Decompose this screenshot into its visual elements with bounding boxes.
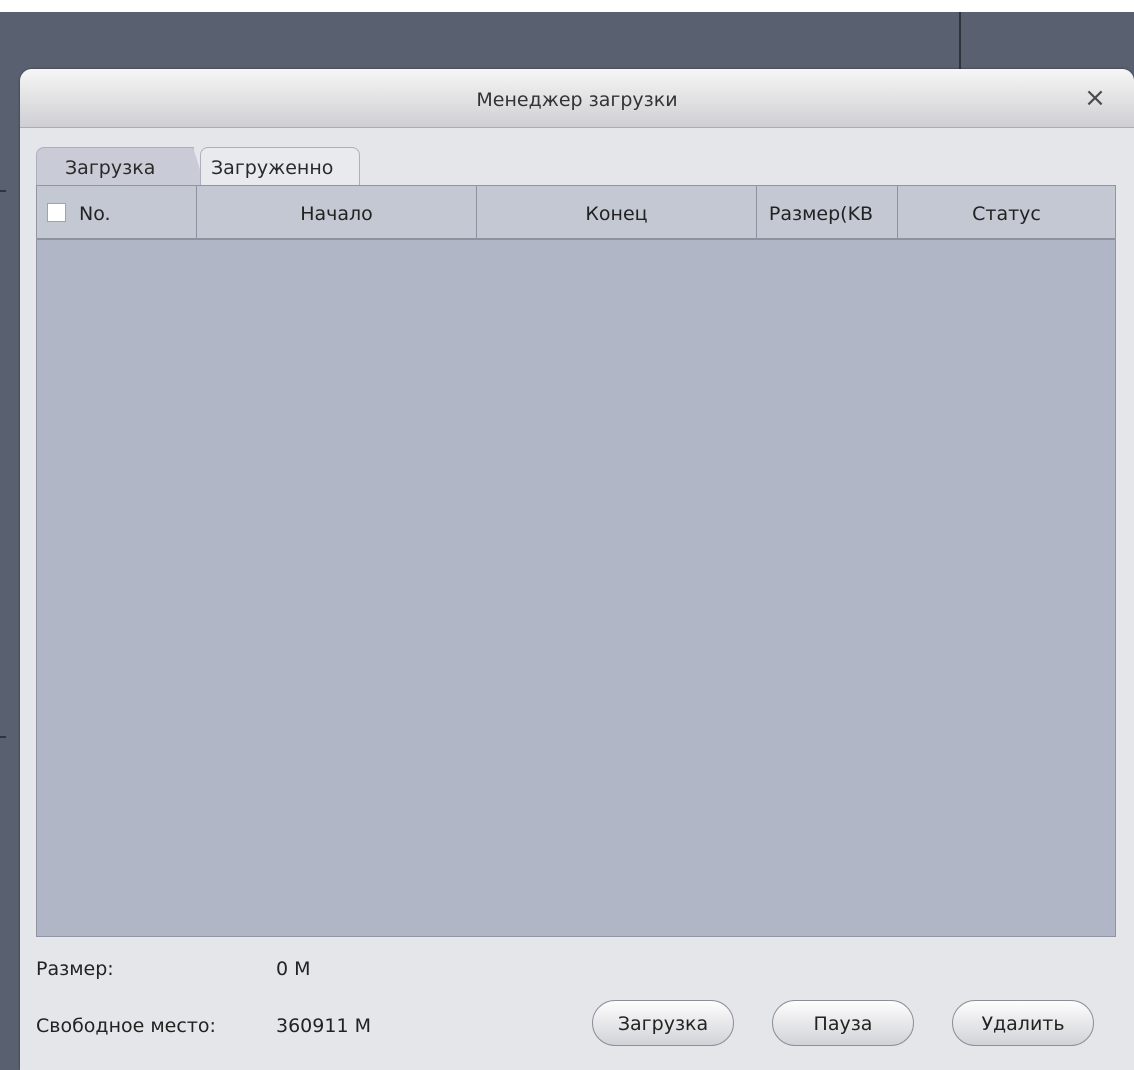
tab-downloaded[interactable]: Загруженно (200, 147, 360, 185)
background-divider (959, 12, 961, 70)
free-space-label: Свободное место: (36, 1015, 216, 1037)
column-header-size-label: Размер(KB (768, 203, 874, 225)
background-strip (0, 0, 1134, 12)
delete-button[interactable]: Удалить (952, 1000, 1094, 1046)
column-header-no-label: No. (79, 203, 111, 225)
dialog-title: Менеджер загрузки (476, 89, 678, 111)
dialog-titlebar[interactable]: Менеджер загрузки × (20, 69, 1134, 128)
download-manager-dialog: Менеджер загрузки × Загрузка Загруженно … (20, 69, 1134, 1070)
column-header-size[interactable]: Размер(KB (757, 186, 898, 238)
pause-button[interactable]: Пауза (772, 1000, 914, 1046)
column-header-status[interactable]: Статус (898, 186, 1115, 238)
size-value: 0 M (276, 958, 311, 980)
background-tick (0, 736, 6, 738)
download-button[interactable]: Загрузка (592, 1000, 734, 1046)
tab-download[interactable]: Загрузка (36, 147, 205, 186)
download-table: No. Начало Конец Размер(KB Статус (36, 185, 1116, 937)
select-all-checkbox[interactable] (47, 203, 66, 222)
size-label: Размер: (36, 958, 114, 980)
column-header-end[interactable]: Конец (477, 186, 757, 238)
column-header-start[interactable]: Начало (197, 186, 477, 238)
free-space-value: 360911 M (276, 1015, 371, 1037)
column-header-no[interactable]: No. (37, 186, 197, 238)
table-header: No. Начало Конец Размер(KB Статус (37, 186, 1115, 240)
close-icon[interactable]: × (1078, 81, 1112, 115)
background-tick (0, 190, 6, 192)
